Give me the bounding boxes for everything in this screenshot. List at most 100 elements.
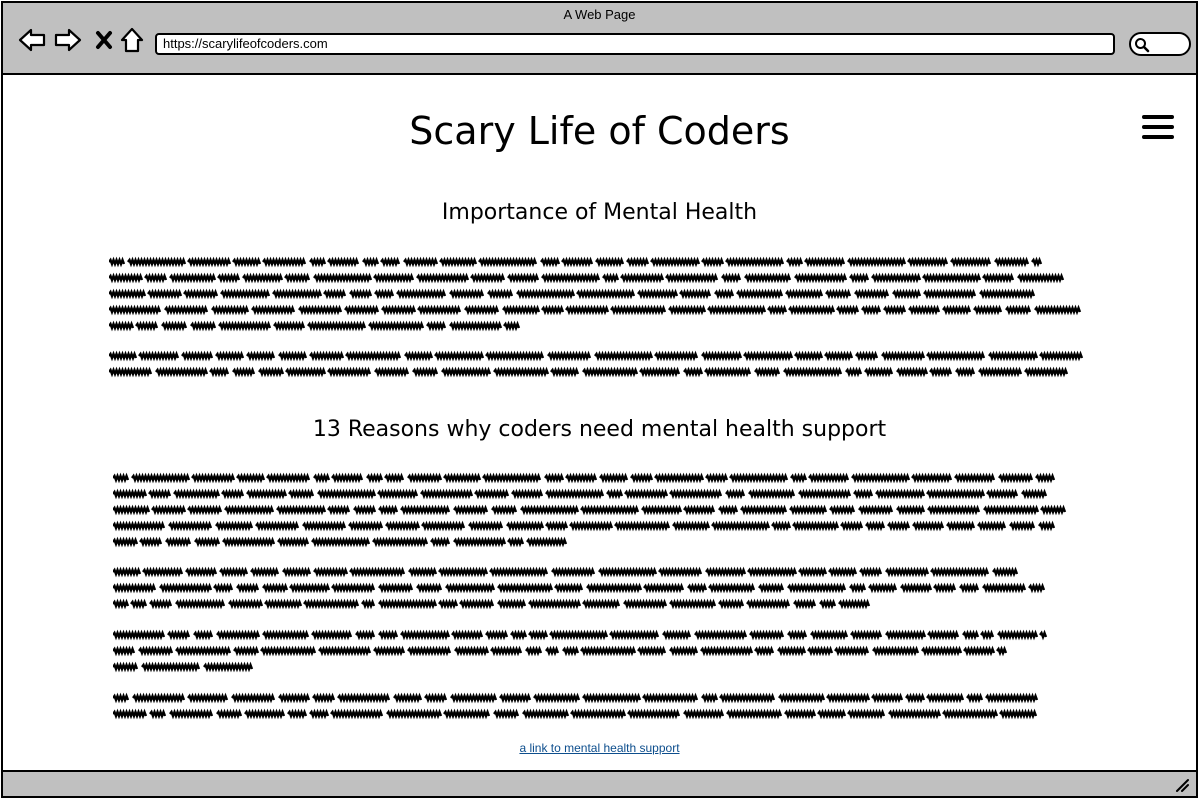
placeholder-text-word	[637, 645, 667, 657]
placeholder-text-word	[246, 488, 288, 500]
placeholder-text-word	[545, 645, 560, 657]
placeholder-text-word	[309, 350, 345, 362]
placeholder-text-word	[810, 629, 849, 641]
placeholder-text-word	[262, 582, 289, 594]
placeholder-text-word	[962, 629, 980, 641]
placeholder-text-word	[586, 582, 643, 594]
placeholder-text-word	[771, 520, 792, 532]
placeholder-text-word	[792, 520, 840, 532]
placeholder-text-word	[183, 288, 219, 300]
home-button[interactable]	[117, 25, 147, 55]
placeholder-text-word	[683, 504, 716, 516]
placeholder-text-word	[464, 304, 500, 316]
placeholder-text-word	[847, 256, 907, 268]
placeholder-text-word	[748, 488, 796, 500]
placeholder-text-word	[516, 288, 576, 300]
placeholder-text-word	[262, 629, 310, 641]
placeholder-text-word	[736, 288, 784, 300]
placeholder-text-word	[669, 645, 699, 657]
placeholder-text-word	[242, 272, 284, 284]
placeholder-text-word	[794, 350, 824, 362]
browser-chrome: A Web Page https://scarylifeofcoders.com	[3, 3, 1196, 75]
placeholder-text-word	[554, 582, 584, 594]
placeholder-text-word	[718, 504, 739, 516]
placeholder-text-word	[850, 629, 883, 641]
placeholder-text-word	[595, 256, 625, 268]
placeholder-text-word	[159, 582, 213, 594]
mental-health-support-link[interactable]: a link to mental health support	[3, 741, 1196, 755]
placeholder-text-word	[819, 598, 837, 610]
placeholder-text-word	[865, 520, 886, 532]
placeholder-text-word	[164, 304, 209, 316]
placeholder-text-word	[999, 708, 1038, 720]
placeholder-text-word	[378, 582, 414, 594]
placeholder-text-word	[729, 472, 789, 484]
placeholder-text-word	[416, 582, 443, 594]
placeholder-text-word	[718, 598, 745, 610]
placeholder-text-word	[209, 366, 230, 378]
placeholder-text-word	[485, 350, 545, 362]
placeholder-text-word	[946, 520, 976, 532]
placeholder-text-word	[609, 629, 660, 641]
placeholder-text-word	[598, 566, 658, 578]
placeholder-text-word	[858, 504, 894, 516]
placeholder-text-word	[497, 598, 527, 610]
back-button[interactable]	[17, 25, 47, 55]
resize-grip-icon[interactable]	[1174, 778, 1190, 792]
placeholder-text-word	[288, 488, 315, 500]
placeholder-text-word	[221, 488, 245, 500]
placeholder-text-word	[190, 320, 217, 332]
placeholder-text-word	[594, 350, 654, 362]
placeholder-text-word	[404, 350, 434, 362]
placeholder-text-word	[834, 645, 870, 657]
placeholder-text-word	[309, 708, 330, 720]
placeholder-text-word	[754, 645, 775, 657]
placeholder-text-word	[454, 645, 490, 657]
placeholder-text-word	[502, 304, 541, 316]
placeholder-text-word	[233, 645, 260, 657]
placeholder-text-word	[650, 256, 701, 268]
placeholder-text-word	[547, 350, 592, 362]
placeholder-text-word	[109, 272, 144, 284]
placeholder-text-word	[327, 366, 372, 378]
placeholder-text-word	[926, 692, 965, 704]
placeholder-text-word	[665, 272, 719, 284]
url-input[interactable]: https://scarylifeofcoders.com	[155, 33, 1115, 55]
placeholder-text-word	[861, 304, 882, 316]
placeholder-text-word	[449, 288, 485, 300]
placeholder-text-word	[1038, 520, 1056, 532]
forward-button[interactable]	[53, 25, 83, 55]
placeholder-text-word	[705, 472, 729, 484]
placeholder-text-word	[849, 582, 867, 594]
placeholder-text-word	[740, 504, 788, 516]
placeholder-text-word	[922, 272, 982, 284]
placeholder-text-word	[721, 272, 742, 284]
placeholder-text-word	[203, 661, 254, 673]
placeholder-text-word	[705, 566, 747, 578]
browser-search-input[interactable]	[1129, 32, 1191, 56]
placeholder-text-word	[493, 366, 550, 378]
placeholder-text-word	[312, 692, 336, 704]
placeholder-text-word	[470, 272, 506, 284]
placeholder-text-word	[549, 629, 609, 641]
placeholder-text-word	[746, 598, 791, 610]
placeholder-text-word	[658, 566, 703, 578]
placeholder-text-word	[307, 320, 367, 332]
paragraph	[113, 565, 1103, 613]
placeholder-text-word	[942, 304, 972, 316]
placeholder-text-word	[829, 504, 856, 516]
placeholder-text-word	[793, 598, 817, 610]
placeholder-text-word	[807, 645, 834, 657]
placeholder-text-word	[528, 598, 582, 610]
hamburger-icon[interactable]	[1142, 115, 1174, 145]
stop-button[interactable]	[89, 25, 119, 55]
placeholder-text-word	[994, 256, 1030, 268]
placeholder-text-word	[576, 288, 636, 300]
placeholder-text-word	[853, 488, 874, 500]
placeholder-text-word	[169, 272, 217, 284]
placeholder-text-word	[642, 692, 699, 704]
placeholder-text-word	[701, 350, 743, 362]
placeholder-text-word	[327, 256, 360, 268]
placeholder-text-word	[407, 645, 452, 657]
placeholder-text-word	[149, 598, 173, 610]
